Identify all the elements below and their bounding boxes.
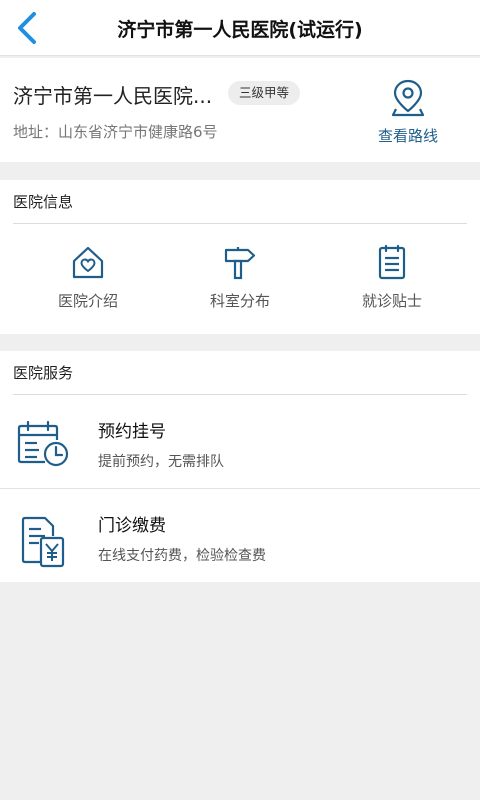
info-item-label: 就诊贴士 — [361, 292, 422, 310]
hospital-address: 地址：山东省济宁市健康路6号 — [13, 123, 218, 141]
service-name: 门诊缴费 — [98, 516, 166, 536]
calendar-clock-icon — [17, 420, 69, 467]
clipboard-icon — [378, 244, 406, 280]
page-title: 济宁市第一人民医院(试运行) — [117, 19, 363, 41]
view-route-label: 查看路线 — [377, 127, 438, 145]
service-name: 预约挂号 — [98, 422, 166, 442]
info-item-label: 科室分布 — [209, 292, 270, 310]
department-map-button[interactable]: 科室分布 — [185, 244, 295, 314]
grade-badge: 三级甲等 — [228, 81, 301, 105]
visit-tips-button[interactable]: 就诊贴士 — [337, 244, 447, 314]
section-title: 医院信息 — [13, 193, 74, 211]
appointment-row[interactable]: 预约挂号 提前预约，无需排队 — [0, 395, 480, 487]
signpost-icon — [224, 247, 256, 280]
view-route-button[interactable]: 查看路线 — [368, 78, 448, 150]
hospital-service-section: 医院服务 预约挂号 提前预约，无需排队 门诊缴费 在线支付药费，检验检查费 — [0, 351, 480, 582]
hospital-name: 济宁市第一人民医院... — [13, 84, 213, 108]
service-description: 提前预约，无需排队 — [98, 454, 224, 470]
bill-yuan-icon — [21, 516, 65, 568]
service-description: 在线支付药费，检验检查费 — [98, 548, 266, 564]
house-heart-icon — [72, 246, 104, 279]
top-bar: 济宁市第一人民医院(试运行) — [0, 0, 480, 56]
map-pin-icon — [391, 79, 425, 117]
outpatient-payment-row[interactable]: 门诊缴费 在线支付药费，检验检查费 — [0, 489, 480, 581]
hospital-info-section: 医院信息 医院介绍 科室分布 就诊贴士 — [0, 180, 480, 334]
section-title: 医院服务 — [13, 364, 74, 382]
divider — [13, 223, 467, 224]
info-item-label: 医院介绍 — [57, 292, 118, 310]
hospital-card: 济宁市第一人民医院... 三级甲等 地址：山东省济宁市健康路6号 查看路线 — [0, 58, 480, 162]
hospital-intro-button[interactable]: 医院介绍 — [33, 244, 143, 314]
